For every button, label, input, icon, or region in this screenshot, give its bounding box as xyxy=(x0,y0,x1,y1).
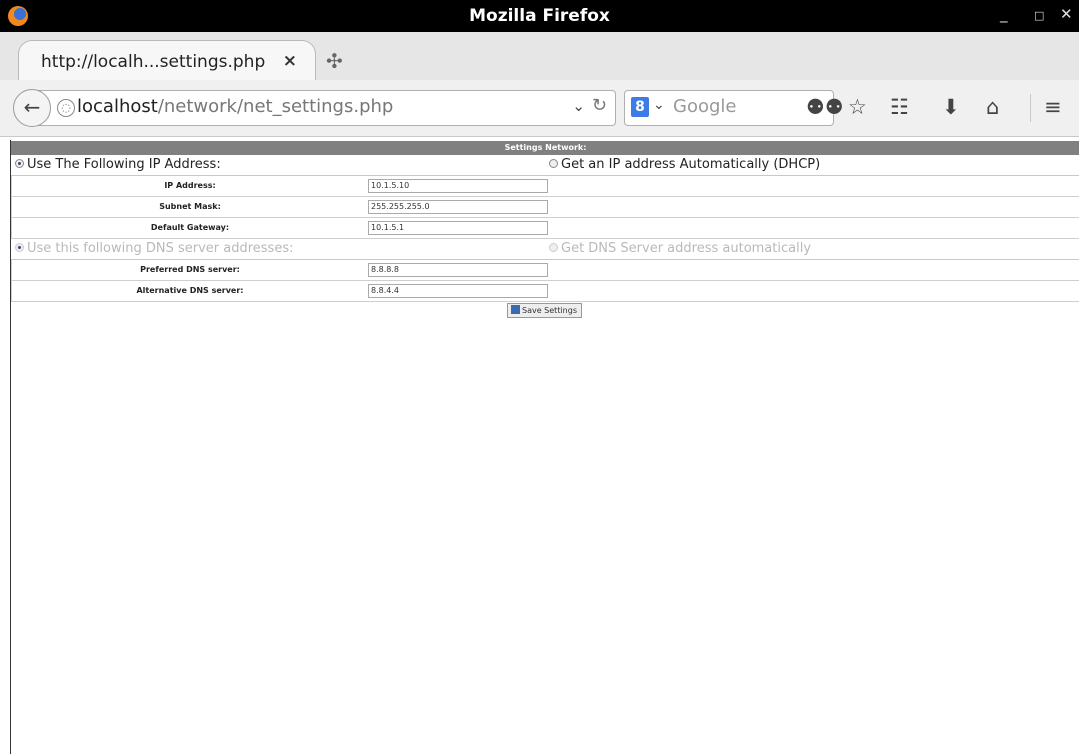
alternative-dns-input[interactable]: 8.8.4.4 xyxy=(368,284,548,298)
bookmark-star-icon[interactable]: ☆ xyxy=(848,95,867,119)
static-ip-radio[interactable] xyxy=(15,159,24,168)
alternative-dns-row: Alternative DNS server: 8.8.4.4 xyxy=(11,281,1079,302)
maximize-button[interactable]: □ xyxy=(1034,9,1044,22)
default-gateway-label: Default Gateway: xyxy=(150,223,230,232)
minimize-button[interactable]: _ xyxy=(1000,5,1008,23)
ip-mode-row: Use The Following IP Address: Get an IP … xyxy=(11,155,1079,176)
tab-strip: http://localh...settings.php × ✣ xyxy=(0,32,1079,81)
site-identity-icon[interactable]: ◌ xyxy=(57,99,75,117)
dhcp-radio[interactable] xyxy=(549,159,558,168)
settings-header: Settings Network: xyxy=(11,141,1079,155)
preferred-dns-label: Preferred DNS server: xyxy=(140,265,240,274)
search-engine-dropdown-icon[interactable]: ⌄ xyxy=(653,97,665,113)
dhcp-option[interactable]: Get an IP address Automatically (DHCP) xyxy=(549,157,820,172)
tab-label: http://localh...settings.php xyxy=(41,52,266,72)
window-title: Mozilla Firefox xyxy=(469,6,610,26)
ip-address-row: IP Address: 10.1.5.10 xyxy=(11,176,1079,197)
save-settings-label: Save Settings xyxy=(522,306,577,315)
back-arrow-icon[interactable]: ← xyxy=(13,89,51,127)
dns-mode-row: Use this following DNS server addresses:… xyxy=(11,239,1079,260)
static-dns-radio xyxy=(15,243,24,252)
search-placeholder: Google xyxy=(673,96,737,117)
bookmarks-menu-icon[interactable]: ☷ xyxy=(890,95,909,119)
subnet-mask-label: Subnet Mask: xyxy=(159,202,221,211)
default-gateway-row: Default Gateway: 10.1.5.1 xyxy=(11,218,1079,239)
menu-hamburger-icon[interactable]: ≡ xyxy=(1044,95,1062,119)
new-tab-icon[interactable]: ✣ xyxy=(326,49,343,73)
search-bar[interactable]: 8 ⌄ Google xyxy=(624,90,834,126)
page-content: Settings Network: Use The Following IP A… xyxy=(10,140,1079,754)
url-bar[interactable]: ← ◌ localhost/network/net_settings.php ⌄… xyxy=(13,89,616,127)
window-titlebar: Mozilla Firefox _ □ ✕ xyxy=(0,0,1079,32)
downloads-icon[interactable]: ⬇ xyxy=(942,95,960,119)
alternative-dns-label: Alternative DNS server: xyxy=(136,286,244,295)
url-text[interactable]: localhost/network/net_settings.php xyxy=(77,96,393,117)
ip-address-input[interactable]: 10.1.5.10 xyxy=(368,179,548,193)
preferred-dns-row: Preferred DNS server: 8.8.8.8 xyxy=(11,260,1079,281)
reload-icon[interactable]: ↻ xyxy=(592,95,607,116)
auto-dns-radio xyxy=(549,243,558,252)
default-gateway-input[interactable]: 10.1.5.1 xyxy=(368,221,548,235)
home-icon[interactable]: ⌂ xyxy=(986,95,999,119)
google-engine-icon[interactable]: 8 xyxy=(631,97,649,117)
static-ip-option[interactable]: Use The Following IP Address: xyxy=(15,157,221,172)
close-window-button[interactable]: ✕ xyxy=(1060,5,1073,23)
binoculars-icon[interactable]: ⚉⚉ xyxy=(806,95,844,119)
tab-net-settings[interactable]: http://localh...settings.php × xyxy=(18,40,316,81)
static-dns-option: Use this following DNS server addresses: xyxy=(15,241,293,256)
url-history-dropdown-icon[interactable]: ⌄ xyxy=(572,97,585,115)
save-settings-button[interactable]: Save Settings xyxy=(507,303,582,318)
preferred-dns-input[interactable]: 8.8.8.8 xyxy=(368,263,548,277)
floppy-disk-icon xyxy=(511,305,520,314)
auto-dns-option: Get DNS Server address automatically xyxy=(549,241,811,256)
navigation-toolbar: ← ◌ localhost/network/net_settings.php ⌄… xyxy=(0,80,1079,137)
tab-close-icon[interactable]: × xyxy=(283,51,297,71)
subnet-mask-row: Subnet Mask: 255.255.255.0 xyxy=(11,197,1079,218)
subnet-mask-input[interactable]: 255.255.255.0 xyxy=(368,200,548,214)
ip-address-label: IP Address: xyxy=(164,181,216,190)
toolbar-separator xyxy=(1030,94,1031,122)
